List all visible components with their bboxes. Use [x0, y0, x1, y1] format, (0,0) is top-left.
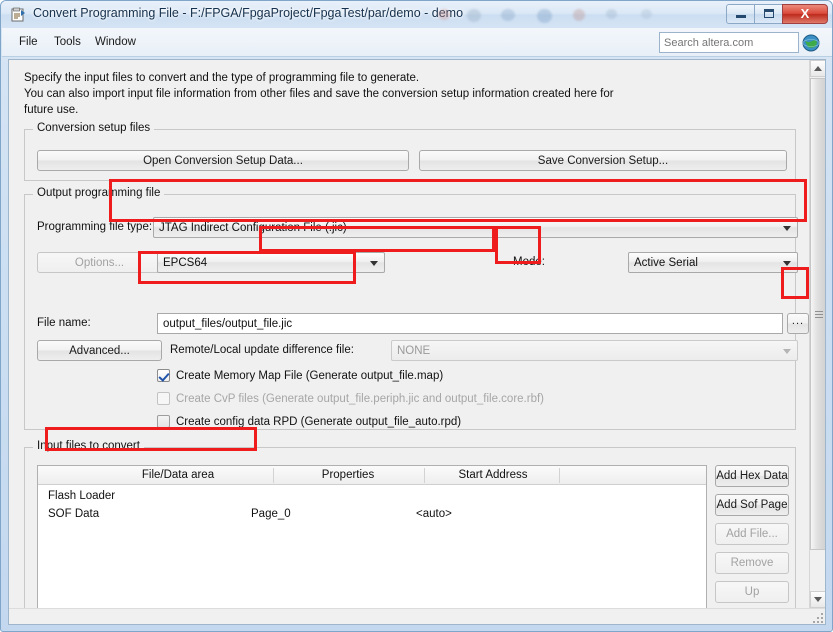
open-conversion-setup-data-button[interactable]: Open Conversion Setup Data...	[37, 150, 409, 171]
create-config-data-rpd-label: Create config data RPD (Generate output_…	[176, 415, 462, 428]
column-header-file-data-area[interactable]: File/Data area	[93, 469, 263, 481]
search-area	[659, 32, 823, 53]
conversion-setup-title: Conversion setup files	[33, 122, 155, 134]
programming-file-type-label: Programming file type:	[37, 221, 153, 233]
chevron-down-icon	[783, 261, 791, 266]
options-button[interactable]: Options...	[37, 252, 162, 273]
titlebar-decoration	[537, 9, 552, 23]
programming-file-type-combo[interactable]: JTAG Indirect Configuration File (.jic)	[153, 217, 798, 238]
add-file-button[interactable]: Add File...	[715, 523, 789, 545]
mode-label: Mode:	[513, 256, 545, 268]
column-divider[interactable]	[424, 468, 425, 483]
convert-programming-file-icon	[11, 7, 25, 22]
scroll-down-button[interactable]	[810, 591, 825, 608]
checkbox-icon[interactable]	[157, 369, 170, 382]
create-cvp-files-label: Create CvP files (Generate output_file.p…	[176, 392, 544, 405]
checkbox-icon[interactable]	[157, 415, 170, 428]
column-header-properties[interactable]: Properties	[283, 469, 413, 481]
input-files-table[interactable]: File/Data area Properties Start Address …	[37, 465, 707, 610]
create-config-data-rpd-checkbox-row[interactable]: Create config data RPD (Generate output_…	[157, 415, 461, 428]
maximize-icon	[763, 9, 774, 18]
column-header-start-address[interactable]: Start Address	[428, 469, 558, 481]
window-controls: X	[726, 3, 828, 24]
scroll-up-button[interactable]	[810, 60, 825, 77]
cell-file-data-area: Flash Loader	[48, 490, 116, 502]
column-divider[interactable]	[559, 468, 560, 483]
programming-file-type-value: JTAG Indirect Configuration File (.jic)	[159, 221, 347, 234]
cell-file-data-area: SOF Data	[48, 508, 100, 520]
titlebar-decoration	[641, 9, 652, 19]
cell-start-address: <auto>	[416, 508, 452, 520]
file-name-value: output_files/output_file.jic	[163, 317, 293, 330]
window-title: Convert Programming File - F:/FPGA/FpgaP…	[33, 6, 464, 20]
titlebar-decoration	[467, 9, 481, 22]
create-memory-map-checkbox-row[interactable]: Create Memory Map File (Generate output_…	[157, 369, 443, 382]
close-button[interactable]: X	[782, 3, 828, 24]
browse-file-button[interactable]: ...	[787, 313, 809, 334]
chevron-up-icon	[814, 66, 822, 71]
output-programming-file-group: Output programming file Programming file…	[24, 187, 809, 430]
remote-local-update-value: NONE	[397, 344, 431, 357]
remote-local-update-combo[interactable]: NONE	[391, 340, 798, 361]
intro-text: Specify the input files to convert and t…	[24, 70, 724, 118]
chevron-down-icon	[814, 597, 822, 602]
intro-line-3: future use.	[24, 104, 79, 116]
titlebar-decoration	[606, 9, 617, 19]
remove-button[interactable]: Remove	[715, 552, 789, 574]
create-memory-map-label: Create Memory Map File (Generate output_…	[176, 369, 444, 382]
title-bar: Convert Programming File - F:/FPGA/FpgaP…	[1, 1, 832, 28]
move-up-button[interactable]: Up	[715, 581, 789, 603]
globe-icon[interactable]	[802, 34, 820, 52]
titlebar-decoration	[501, 9, 515, 21]
configuration-device-combo[interactable]: EPCS64	[157, 252, 385, 273]
conversion-setup-group: Conversion setup files Open Conversion S…	[24, 122, 796, 181]
titlebar-decoration	[573, 9, 585, 21]
cell-properties: Page_0	[251, 508, 291, 520]
client-area: Specify the input files to convert and t…	[8, 59, 826, 625]
scrollbar-thumb[interactable]	[810, 78, 825, 550]
add-hex-data-button[interactable]: Add Hex Data	[715, 465, 789, 487]
configuration-device-value: EPCS64	[163, 256, 208, 269]
vertical-scrollbar[interactable]	[809, 60, 825, 608]
menu-item-window[interactable]: Window	[90, 35, 141, 49]
chevron-down-icon	[783, 349, 791, 354]
output-programming-file-title: Output programming file	[33, 187, 165, 199]
mode-value: Active Serial	[634, 256, 698, 269]
intro-line-2: You can also import input file informati…	[24, 88, 614, 100]
bottom-strip	[9, 608, 825, 624]
search-input[interactable]	[659, 32, 799, 53]
menu-bar: File Tools Window	[2, 28, 832, 57]
mode-combo[interactable]: Active Serial	[628, 252, 798, 273]
advanced-button[interactable]: Advanced...	[37, 340, 162, 361]
remote-local-update-label: Remote/Local update difference file:	[170, 344, 354, 356]
menu-item-tools[interactable]: Tools	[49, 35, 86, 49]
menu-item-file[interactable]: File	[14, 35, 43, 49]
checkbox-icon	[157, 392, 170, 405]
table-row[interactable]: SOF Data Page_0 <auto>	[38, 508, 706, 525]
column-divider[interactable]	[273, 468, 274, 483]
save-conversion-setup-button[interactable]: Save Conversion Setup...	[419, 150, 787, 171]
minimize-icon	[735, 15, 746, 18]
add-sof-page-button[interactable]: Add Sof Page	[715, 494, 789, 516]
titlebar-decoration	[438, 9, 450, 20]
table-header-row: File/Data area Properties Start Address	[38, 466, 706, 485]
input-files-title: Input files to convert	[33, 440, 144, 452]
table-row[interactable]: Flash Loader	[38, 490, 706, 507]
application-window: Convert Programming File - F:/FPGA/FpgaP…	[0, 0, 833, 632]
file-name-label: File name:	[37, 317, 91, 329]
maximize-button[interactable]	[754, 3, 783, 24]
create-cvp-files-checkbox-row: Create CvP files (Generate output_file.p…	[157, 392, 544, 405]
dialog-content: Specify the input files to convert and t…	[9, 60, 810, 624]
scrollbar-grip-icon	[815, 311, 823, 319]
chevron-down-icon	[783, 226, 791, 231]
minimize-button[interactable]	[726, 3, 755, 24]
intro-line-1: Specify the input files to convert and t…	[24, 72, 420, 84]
chevron-down-icon	[370, 261, 378, 266]
input-files-group: Input files to convert File/Data area Pr…	[24, 440, 796, 624]
resize-grip-icon[interactable]	[811, 611, 823, 623]
file-name-input[interactable]: output_files/output_file.jic	[157, 313, 783, 334]
